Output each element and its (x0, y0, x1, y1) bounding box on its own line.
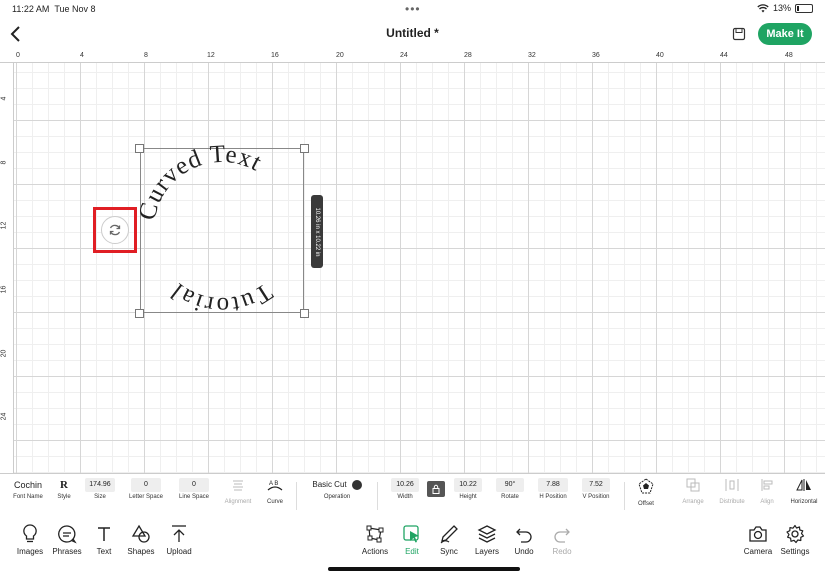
align-control[interactable]: Align (756, 478, 778, 505)
wifi-icon (757, 3, 769, 12)
rotate-button[interactable] (101, 216, 129, 244)
ruler-tick: 8 (144, 52, 148, 59)
sync-pen-icon (440, 525, 458, 544)
toolbar-divider (624, 482, 625, 510)
curved-text-top: Curved Text (134, 141, 267, 223)
h-position-control[interactable]: 7.88 H Position (536, 478, 570, 500)
arrange-icon (686, 478, 700, 492)
camera-icon (749, 526, 767, 542)
operation-color-swatch[interactable] (351, 480, 362, 490)
dimension-badge: 10.26 in x 10.22 in (311, 195, 323, 268)
ruler-tick: 16 (0, 285, 8, 294)
alignment-control[interactable]: Alignment (221, 478, 255, 505)
operation-control[interactable]: Basic Cut Operation (306, 478, 368, 500)
toolbar-divider (377, 482, 378, 510)
settings-button[interactable]: Settings (773, 523, 817, 556)
ruler-tick: 48 (785, 52, 793, 59)
ruler-tick: 12 (207, 52, 215, 59)
ruler-tick: 28 (464, 52, 472, 59)
home-indicator (328, 567, 520, 571)
toolbar-divider (296, 482, 297, 510)
letter-space-control[interactable]: 0 Letter Space (128, 478, 164, 500)
redo-arrow-icon (554, 528, 570, 543)
ruler-tick: 12 (0, 221, 8, 230)
ruler-tick: 44 (720, 52, 728, 59)
lock-ratio-button[interactable] (427, 481, 445, 497)
ruler-left: 4 8 12 16 20 24 (0, 63, 14, 473)
font-name-control[interactable]: Cochin Font Name (8, 478, 48, 500)
save-icon[interactable] (732, 27, 746, 41)
offset-control[interactable]: Offset (634, 478, 658, 507)
height-control[interactable]: 10.22 Height (454, 478, 482, 500)
layers-icon (477, 525, 497, 543)
ruler-tick: 24 (0, 412, 8, 421)
upload-button[interactable]: Upload (157, 523, 201, 556)
v-position-control[interactable]: 7.52 V Position (580, 478, 612, 500)
multitask-dots-icon[interactable]: ••• (405, 2, 421, 16)
lightbulb-icon (23, 524, 37, 543)
upload-icon (172, 525, 186, 542)
actions-nodes-icon (366, 525, 384, 543)
curved-text-bottom: Tutorial (164, 277, 277, 319)
status-right: 13% (757, 3, 813, 13)
distribute-icon (725, 479, 739, 491)
ruler-tick: 20 (336, 52, 344, 59)
ruler-tick: 4 (0, 96, 8, 101)
text-t-icon (98, 527, 110, 541)
curve-icon: A B (267, 481, 283, 491)
ruler-tick: 32 (528, 52, 536, 59)
flip-horizontal-icon (796, 479, 811, 491)
align-icon (761, 479, 773, 491)
ruler-tick: 0 (16, 52, 20, 59)
ruler-tick: 36 (592, 52, 600, 59)
make-it-button[interactable]: Make It (758, 23, 812, 45)
ruler-tick: 16 (271, 52, 279, 59)
document-title[interactable]: Untitled * (0, 26, 825, 40)
ruler-tick: 8 (0, 160, 8, 165)
rotate-arrows-icon (109, 224, 121, 236)
ruler-top: 0 4 8 12 16 20 24 28 32 36 40 44 48 (0, 50, 825, 63)
rotate-control[interactable]: 90° Rotate (496, 478, 524, 500)
edit-cursor-icon (403, 525, 419, 543)
curved-text-object[interactable]: Curved Text Tutorial (134, 141, 307, 319)
flip-horizontal-control[interactable]: Horizontal (786, 478, 822, 505)
status-time: 11:22 AM Tue Nov 8 (12, 4, 96, 14)
distribute-control[interactable]: Distribute (716, 478, 748, 505)
offset-icon (638, 478, 654, 494)
edit-toolbar: Cochin Font Name R Style 174.96 Size 0 L… (0, 473, 825, 517)
speech-bubble-icon (58, 525, 77, 544)
align-lines-icon (233, 480, 243, 491)
curve-control[interactable]: A B Curve (263, 478, 287, 505)
width-control[interactable]: 10.26 Width (391, 478, 419, 500)
header: Untitled * Make It (0, 18, 825, 50)
style-control[interactable]: R Style (54, 478, 74, 500)
redo-button[interactable]: Redo (540, 523, 584, 556)
line-space-control[interactable]: 0 Line Space (176, 478, 212, 500)
ruler-tick: 24 (400, 52, 408, 59)
ruler-tick: 20 (0, 349, 8, 358)
status-bar: 11:22 AM Tue Nov 8 ••• 13% (0, 0, 825, 18)
size-control[interactable]: 174.96 Size (85, 478, 115, 500)
battery-icon (795, 3, 813, 13)
design-canvas[interactable] (14, 63, 825, 473)
arrange-control[interactable]: Arrange (680, 478, 706, 505)
svg-text:A B: A B (269, 481, 278, 487)
gear-icon (786, 524, 805, 544)
shapes-icon (131, 524, 150, 543)
ruler-tick: 4 (80, 52, 84, 59)
ruler-tick: 40 (656, 52, 664, 59)
undo-arrow-icon (516, 528, 532, 543)
lock-icon (432, 484, 440, 494)
battery-percent: 13% (772, 3, 791, 13)
